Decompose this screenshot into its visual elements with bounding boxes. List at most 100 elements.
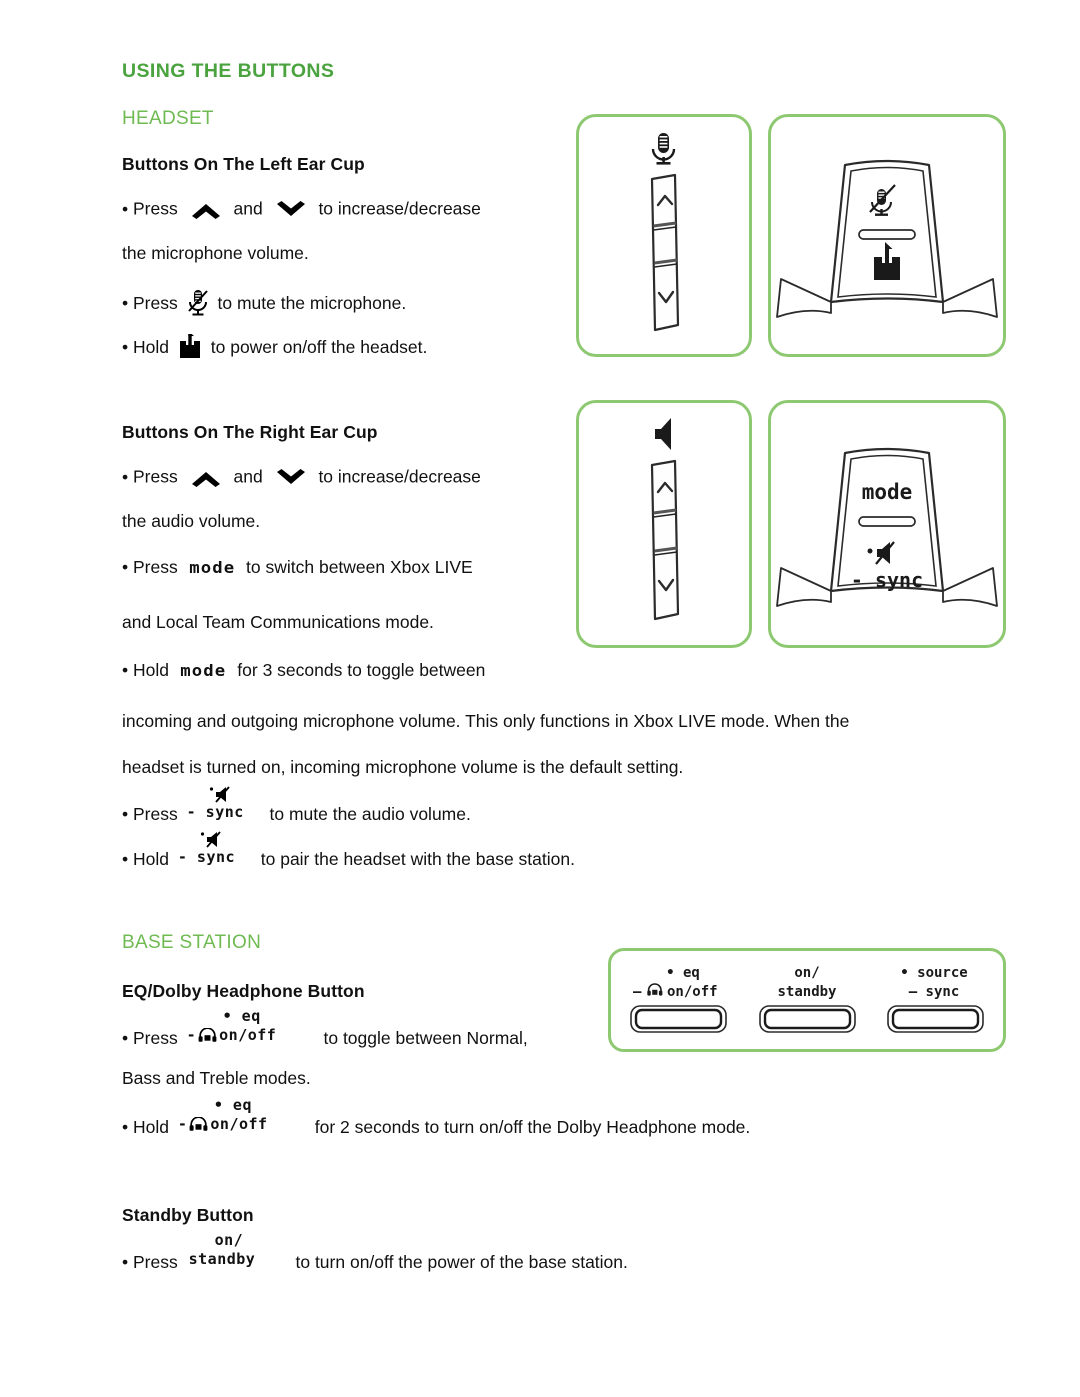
eq-dash: - <box>186 1026 197 1044</box>
sync-label-on-earcup: - sync <box>851 568 923 592</box>
led-bar <box>858 229 916 240</box>
standby-power-text: to turn on/off the power of the base sta… <box>295 1252 628 1272</box>
right-switch-xbox-text: to switch between Xbox LIVE <box>246 557 473 577</box>
eq-onoff-label: on/off <box>219 1026 277 1044</box>
manual-page: USING THE BUTTONS HEADSET Buttons On The… <box>0 0 1080 1397</box>
left-mute-mic-text: to mute the microphone. <box>217 293 407 313</box>
right-press-word: Press <box>133 466 178 487</box>
diagram-canvas <box>579 117 749 354</box>
svg-text:– sync: – sync <box>909 984 960 1000</box>
eq-bottom-row: - on/off <box>186 1026 277 1044</box>
svg-text:• eq: • eq <box>666 965 700 981</box>
eq-onoff-button-glyph: • eq - on/off <box>186 1009 315 1048</box>
svg-text:• source: • source <box>900 965 967 981</box>
eq-toggle-text: to toggle between Normal, <box>323 1028 528 1048</box>
eq-top-label: • eq <box>213 1096 252 1114</box>
right-press-mode-word: Press <box>133 557 178 577</box>
right-hold-sync-word: Hold <box>133 849 169 869</box>
right-increase-decrease-text: to increase/decrease <box>318 466 481 487</box>
left-press-mute-word: Press <box>133 293 178 313</box>
diagram-left-ear-cup-side-view <box>576 114 752 357</box>
page-title: USING THE BUTTONS <box>122 60 335 82</box>
subsection-right-ear-cup-title: Buttons On The Right Ear Cup <box>122 422 378 442</box>
sync-label: - sync <box>186 803 244 821</box>
right-local-team-cont: and Local Team Communications mode. <box>122 612 434 632</box>
volume-rocker-bar <box>650 173 680 332</box>
speaker-mute-icon <box>209 785 235 805</box>
sync-pair-button-glyph: - sync <box>177 831 252 870</box>
eq-onoff-button-glyph: • eq - on/off <box>177 1098 306 1137</box>
eq-hold-line: Hold • eq - on/off for 2 seconds to turn … <box>122 1098 750 1137</box>
svg-text:standby: standby <box>777 984 837 1000</box>
right-hold-word: Hold <box>133 660 169 680</box>
chevron-up-icon <box>189 200 223 220</box>
right-pair-text: to pair the headset with the base statio… <box>260 849 575 869</box>
standby-button-glyph: on/ standby <box>188 1233 285 1272</box>
section-heading-base-station: BASE STATION <box>122 932 262 953</box>
chevron-up-icon <box>189 468 223 488</box>
mode-button-glyph: mode <box>188 558 235 577</box>
right-and-word: and <box>233 466 263 487</box>
subsection-standby-title: Standby Button <box>122 1205 254 1225</box>
volume-rocker-bar <box>650 459 680 621</box>
chevron-down-icon <box>274 468 308 488</box>
diagram-canvas <box>579 403 749 645</box>
microphone-mute-icon <box>186 288 210 318</box>
eq-onoff-label: on/off <box>210 1115 268 1133</box>
diagram-canvas <box>771 117 1003 354</box>
eq-top-label: • eq <box>222 1007 261 1025</box>
right-toggle-text: for 3 seconds to toggle between <box>237 660 486 680</box>
eq-hold-word: Hold <box>133 1117 169 1137</box>
right-press-volume-line: Press and to increase/decrease <box>122 468 481 488</box>
standby-press-line: Press on/ standby to turn on/off the pow… <box>122 1233 628 1272</box>
subsection-left-ear-cup-title: Buttons On The Left Ear Cup <box>122 154 365 174</box>
sync-label: - sync <box>177 848 236 866</box>
speaker-icon <box>655 418 671 450</box>
left-press-volume-line: Press and to increase/decrease <box>122 200 481 220</box>
mode-button-glyph: mode <box>180 661 227 680</box>
base-button-source-sync: • source – sync <box>887 965 984 1033</box>
base-button-standby: on/ standby <box>759 965 856 1033</box>
mode-label-on-earcup: mode <box>862 480 913 504</box>
diagram-right-ear-cup-front-view: mode - sync <box>768 400 1006 648</box>
diagram-canvas: mode - sync <box>771 403 1003 645</box>
svg-text:on/off: on/off <box>667 984 718 1000</box>
standby-press-word: Press <box>133 1252 178 1272</box>
eq-press-word: Press <box>133 1028 178 1048</box>
svg-text:–: – <box>633 984 642 1000</box>
eq-bass-treble-cont: Bass and Treble modes. <box>122 1068 311 1088</box>
headphone-icon <box>198 1027 217 1043</box>
subsection-eq-dolby-title: EQ/Dolby Headphone Button <box>122 981 365 1001</box>
left-hold-word: Hold <box>133 337 169 357</box>
chevron-down-icon <box>274 200 308 220</box>
sync-mute-button-glyph: - sync <box>186 786 261 825</box>
right-paragraph-line-2: headset is turned on, incoming microphon… <box>122 757 684 777</box>
left-and-word: and <box>233 198 263 219</box>
standby-bottom-label: standby <box>188 1250 256 1268</box>
section-heading-headset: HEADSET <box>122 108 214 129</box>
svg-text:on/: on/ <box>794 965 819 981</box>
eq-press-line: Press • eq - on/off to toggle between Nor… <box>122 1009 528 1048</box>
base-button-eq: • eq – on/off <box>630 965 727 1033</box>
led-bar <box>858 516 916 527</box>
eq-dash: - <box>177 1115 188 1133</box>
standby-top-label: on/ <box>214 1231 244 1249</box>
speaker-mute-icon <box>200 830 226 850</box>
diagram-left-ear-cup-front-view <box>768 114 1006 357</box>
left-mic-volume-cont: the microphone volume. <box>122 243 309 263</box>
right-hold-sync-line: Hold - sync to pair the headset with the… <box>122 831 575 870</box>
right-press-mode-line: Press mode to switch between Xbox LIVE <box>122 557 473 577</box>
microphone-icon <box>651 133 676 165</box>
right-press-sync-word: Press <box>133 804 178 824</box>
headphone-icon <box>189 1116 208 1132</box>
left-press-word: Press <box>133 198 178 219</box>
left-hold-power-line: Hold to power on/off the headset. <box>122 331 427 360</box>
left-increase-decrease-text: to increase/decrease <box>318 198 481 219</box>
right-paragraph-line-1: incoming and outgoing microphone volume.… <box>122 711 850 731</box>
diagram-canvas: • eq – on/off on/ standby • source – syn… <box>611 951 1003 1049</box>
power-icon <box>178 331 202 360</box>
diagram-right-ear-cup-side-view <box>576 400 752 648</box>
diagram-base-station-panel: • eq – on/off on/ standby • source – syn… <box>608 948 1006 1052</box>
right-hold-mode-line: Hold mode for 3 seconds to toggle betwee… <box>122 660 486 680</box>
left-press-mute-line: Press to mute the microphone. <box>122 288 406 318</box>
